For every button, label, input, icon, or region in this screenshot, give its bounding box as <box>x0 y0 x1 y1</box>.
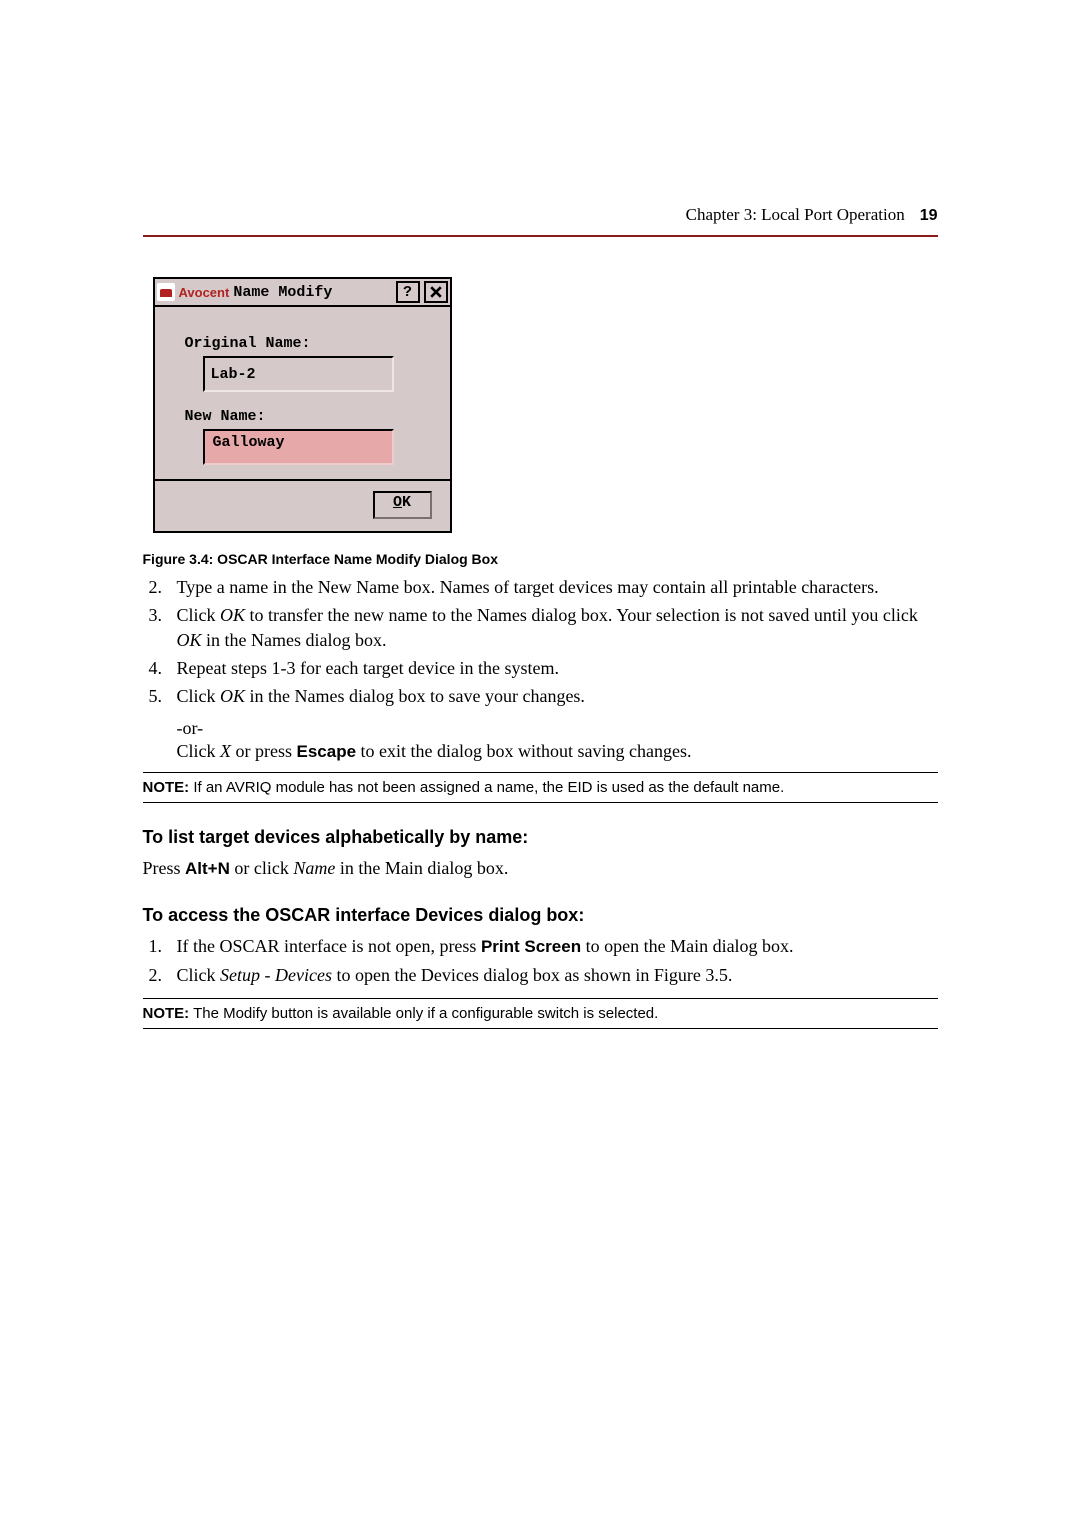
step-2: Type a name in the New Name box. Names o… <box>167 575 938 599</box>
new-name-input[interactable] <box>211 433 390 452</box>
section-heading-1: To list target devices alphabetically by… <box>143 827 938 848</box>
name-modify-dialog: Avocent Name Modify ? Original Name: Lab… <box>153 277 452 533</box>
section-heading-2: To access the OSCAR interface Devices di… <box>143 905 938 926</box>
steps-list-2: If the OSCAR interface is not open, pres… <box>143 934 938 987</box>
step-3: Click OK to transfer the new name to the… <box>167 603 938 652</box>
list2-step-1: If the OSCAR interface is not open, pres… <box>167 934 938 959</box>
step-4: Repeat steps 1-3 for each target device … <box>167 656 938 680</box>
page-number: 19 <box>920 207 938 225</box>
new-name-label: New Name: <box>185 408 432 425</box>
brand-text: Avocent <box>179 285 230 300</box>
help-button[interactable]: ? <box>396 281 420 303</box>
original-name-label: Original Name: <box>185 335 432 352</box>
page-header: Chapter 3: Local Port Operation 19 <box>143 205 938 237</box>
close-icon <box>430 286 442 298</box>
note-2: NOTE: The Modify button is available onl… <box>143 998 938 1029</box>
note-1: NOTE: If an AVRIQ module has not been as… <box>143 772 938 803</box>
or-text: -or- <box>177 718 938 739</box>
new-name-field[interactable] <box>203 429 394 465</box>
paragraph-1: Press Alt+N or click Name in the Main di… <box>143 856 938 881</box>
dialog-titlebar: Avocent Name Modify ? <box>155 279 450 307</box>
list2-step-2: Click Setup - Devices to open the Device… <box>167 963 938 987</box>
chapter-title: Chapter 3: Local Port Operation <box>686 205 905 225</box>
step-5: Click OK in the Names dialog box to save… <box>167 684 938 708</box>
avocent-logo-icon <box>157 283 175 301</box>
sub-step: Click X or press Escape to exit the dial… <box>177 741 938 762</box>
original-name-field: Lab-2 <box>203 356 394 392</box>
steps-list-1: Type a name in the New Name box. Names o… <box>143 575 938 708</box>
ok-button[interactable]: OK <box>373 491 432 519</box>
figure-caption: Figure 3.4: OSCAR Interface Name Modify … <box>143 551 938 567</box>
close-button[interactable] <box>424 281 448 303</box>
dialog-title: Name Modify <box>233 284 391 301</box>
